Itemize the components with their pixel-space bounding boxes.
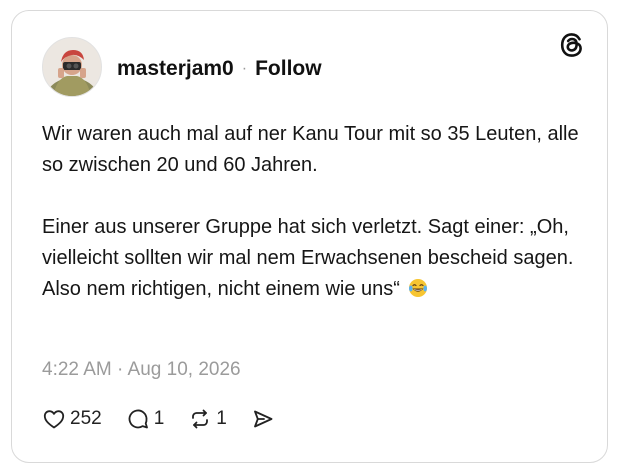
threads-logo-icon[interactable]	[558, 31, 586, 59]
post-paragraph-1: Wir waren auch mal auf ner Kanu Tour mit…	[42, 123, 579, 176]
reply-count: 1	[153, 408, 165, 429]
repost-count: 1	[216, 408, 227, 429]
avatar[interactable]	[42, 37, 102, 97]
threads-post-card: masterjam0 · Follow Wir waren auch mal a…	[11, 10, 608, 463]
repost-icon	[192, 409, 209, 429]
post-paragraph-2-text: Einer aus unserer Gruppe hat sich verlet…	[42, 216, 574, 300]
reply-button[interactable]: 1	[126, 407, 165, 431]
comment-bubble-icon	[128, 409, 148, 429]
like-button[interactable]: 252	[42, 407, 102, 431]
follow-button[interactable]: Follow	[255, 57, 322, 81]
post-paragraph-2: Einer aus unserer Gruppe hat sich verlet…	[42, 212, 582, 305]
username[interactable]: masterjam0	[117, 57, 234, 81]
post-body: Wir waren auch mal auf ner Kanu Tour mit…	[42, 119, 582, 305]
header-separator: ·	[241, 60, 248, 77]
tears-of-joy-emoji-icon	[408, 279, 427, 297]
post-header: masterjam0 · Follow	[117, 54, 322, 84]
user-avatar-photo	[43, 38, 101, 96]
like-count: 252	[70, 408, 102, 429]
action-bar: 252 1 1	[42, 404, 299, 434]
post-timestamp[interactable]: 4:22 AM · Aug 10, 2026	[42, 359, 241, 381]
send-icon	[253, 410, 273, 428]
repost-button[interactable]: 1	[188, 407, 227, 431]
heart-icon	[43, 410, 65, 429]
share-button[interactable]	[251, 407, 275, 431]
